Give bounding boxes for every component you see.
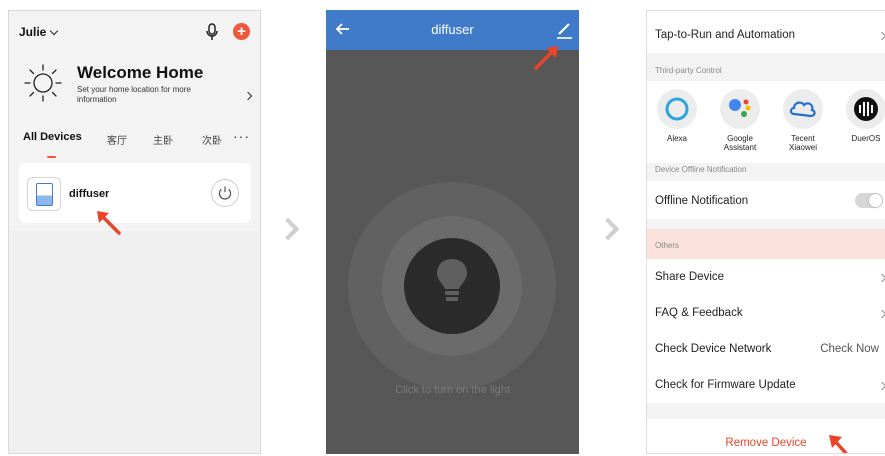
sun-icon	[24, 64, 62, 102]
device-card-diffuser[interactable]: diffuser	[19, 163, 251, 223]
alexa-label: Alexa	[666, 134, 687, 143]
tab-master-bedroom[interactable]: 主卧	[153, 132, 173, 147]
chevron-right-icon	[877, 381, 885, 391]
pointer-arrow-icon	[829, 435, 849, 453]
faq-feedback-label: FAQ & Feedback	[655, 307, 743, 319]
room-tabs: All Devices 客厅 主卧 次卧	[23, 131, 258, 147]
offline-notification-toggle[interactable]	[855, 193, 883, 208]
third-party-label: Third-party Control	[655, 66, 722, 75]
dueros-label: DuerOS	[851, 134, 881, 143]
power-button[interactable]	[211, 179, 239, 207]
offline-section-label: Device Offline Notification	[655, 165, 747, 174]
add-device-button[interactable]: +	[233, 23, 250, 40]
tecent-xiaowei-icon	[783, 89, 823, 129]
check-now-link[interactable]: Check Now	[820, 343, 879, 355]
dueros-icon	[846, 89, 885, 129]
tap-to-run-row[interactable]: Tap-to-Run and Automation	[647, 11, 885, 53]
dueros-item[interactable]: DuerOS	[839, 89, 885, 143]
check-network-label: Check Device Network	[655, 343, 772, 355]
third-party-panel: Alexa Google Assistant Tecent Xiaowei Du…	[647, 81, 885, 163]
faq-feedback-row[interactable]: FAQ & Feedback	[647, 295, 885, 331]
share-device-row[interactable]: Share Device	[647, 259, 885, 295]
edit-icon[interactable]	[554, 20, 574, 40]
device-settings-screen: Tap-to-Run and Automation Third-party Co…	[646, 10, 885, 454]
device-control-screen: diffuser Click to turn on the light	[326, 10, 579, 454]
lightbulb-icon	[437, 259, 467, 301]
device-title: diffuser	[431, 22, 474, 37]
tab-second-bedroom[interactable]: 次卧	[202, 132, 222, 147]
google-assistant-label: Google Assistant	[723, 134, 757, 152]
welcome-title: Welcome Home	[77, 63, 204, 82]
tap-to-run-label: Tap-to-Run and Automation	[655, 29, 796, 41]
next-step-chevron-icon	[596, 217, 620, 241]
google-assistant-item[interactable]: Google Assistant	[713, 89, 767, 152]
diffuser-icon	[27, 177, 61, 211]
home-screen: Julie + Welcome Home Set your home locat…	[8, 10, 261, 454]
alexa-item[interactable]: Alexa	[650, 89, 704, 143]
alexa-icon	[657, 89, 697, 129]
others-label: Others	[655, 241, 680, 250]
active-tab-indicator	[47, 156, 56, 158]
next-step-chevron-icon	[276, 217, 300, 241]
offline-notification-label: Offline Notification	[655, 195, 749, 207]
firmware-update-label: Check for Firmware Update	[655, 379, 796, 391]
chevron-right-icon	[877, 31, 885, 41]
chevron-right-icon	[877, 273, 885, 283]
share-device-label: Share Device	[655, 271, 725, 283]
user-switcher[interactable]: Julie	[19, 25, 59, 39]
pointer-arrow-icon	[97, 211, 121, 235]
light-hint: Click to turn on the light	[395, 384, 510, 396]
welcome-subtitle[interactable]: Set your home location for more informat…	[77, 85, 217, 105]
pointer-arrow-icon	[534, 46, 558, 70]
device-name: diffuser	[69, 188, 110, 200]
others-section: Others	[647, 229, 885, 259]
tecent-xiaowei-label: Tecent Xiaowei	[788, 134, 817, 152]
chevron-right-icon	[877, 309, 885, 319]
offline-notification-row: Offline Notification	[647, 181, 885, 219]
tab-all-devices[interactable]: All Devices	[23, 131, 82, 143]
check-network-row[interactable]: Check Device Network Check Now	[647, 331, 885, 367]
more-tabs-button[interactable]: ···	[233, 128, 250, 144]
tab-living-room[interactable]: 客厅	[107, 132, 127, 147]
firmware-update-row[interactable]: Check for Firmware Update	[647, 367, 885, 403]
user-name: Julie	[19, 25, 47, 39]
google-assistant-icon	[720, 89, 760, 129]
microphone-icon[interactable]	[205, 23, 219, 41]
chevron-down-icon	[50, 26, 59, 36]
tecent-xiaowei-item[interactable]: Tecent Xiaowei	[776, 89, 830, 152]
